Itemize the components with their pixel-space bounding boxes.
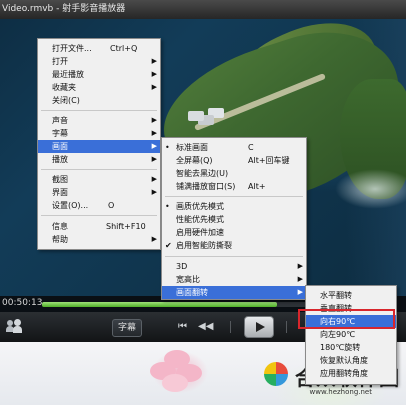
menu-separator [41,215,157,216]
picture-submenu: • 标准画面 C 全屏幕(Q) Alt+回车键 智能去黑边(U) 铺满播放窗口(… [161,137,307,300]
flower-image [150,350,210,395]
menu-item-hw-accel[interactable]: 启用硬件加速 [162,226,306,239]
menu-item-open-file[interactable]: 打开文件... Ctrl+Q [38,42,160,55]
menu-item-standard-picture[interactable]: • 标准画面 C [162,141,306,154]
progress-fill [42,302,277,307]
subtitle-button[interactable]: 字幕 [112,319,142,337]
time-display: 00:50:13 [2,298,43,308]
menu-item-picture[interactable]: 画面 ▶ [38,140,160,153]
menu-item-fill-window[interactable]: 铺满播放窗口(S) Alt+ [162,180,306,193]
divider [230,321,231,333]
watermark-url: www.hezhong.net [309,388,373,396]
menu-item-info[interactable]: 信息 Shift+F10 [38,220,160,233]
people-icon[interactable] [6,319,22,333]
rewind-icon[interactable]: ◀◀ [198,321,213,332]
menu-item-favorites[interactable]: 收藏夹 ▶ [38,81,160,94]
title-bar: Video.rmvb - 射手影音播放器 [0,0,406,19]
menu-item-flip[interactable]: 画面翻转 ▶ [162,286,306,299]
menu-item-aspect-ratio[interactable]: 宽高比 ▶ [162,273,306,286]
menu-item-fullscreen[interactable]: 全屏幕(Q) Alt+回车键 [162,154,306,167]
menu-separator [165,256,303,257]
menu-item-help[interactable]: 帮助 ▶ [38,233,160,246]
menu-item-recent[interactable]: 最近播放 ▶ [38,68,160,81]
menu-item-audio[interactable]: 声音 ▶ [38,114,160,127]
menu-item-screenshot[interactable]: 截图 ▶ [38,173,160,186]
menu-separator [41,110,157,111]
divider [286,321,287,333]
menu-item-close[interactable]: 关闭(C) [38,94,160,107]
annotation-highlight-box [298,309,395,329]
menu-item-performance-mode[interactable]: 性能优先模式 [162,213,306,226]
menu-item-3d[interactable]: 3D ▶ [162,260,306,273]
menu-item-open[interactable]: 打开 ▶ [38,55,160,68]
menu-item-apply-angle[interactable]: 应用翻转角度 [306,367,396,380]
menu-item-anti-tearing[interactable]: ✔ 启用智能防撕裂 [162,239,306,252]
menu-item-reset-angle[interactable]: 恢复默认角度 [306,354,396,367]
menu-item-rotate-180[interactable]: 180℃旋转 [306,341,396,354]
menu-item-remove-borders[interactable]: 智能去黑边(U) [162,167,306,180]
menu-item-subtitles[interactable]: 字幕 ▶ [38,127,160,140]
menu-item-playback[interactable]: 播放 ▶ [38,153,160,166]
context-menu: 打开文件... Ctrl+Q 打开 ▶ 最近播放 ▶ 收藏夹 ▶ 关闭(C) 声音 ▶ … [37,38,161,250]
menu-item-flip-horizontal[interactable]: 水平翻转 [306,289,396,302]
menu-separator [165,196,303,197]
menu-item-quality-mode[interactable]: • 画质优先模式 [162,200,306,213]
menu-separator [41,169,157,170]
menu-item-interface[interactable]: 界面 ▶ [38,186,160,199]
play-icon[interactable] [244,316,274,338]
previous-icon[interactable]: ⏮ [178,321,187,332]
flip-submenu: 水平翻转 垂直翻转 向右90℃ 向左90℃ 180℃旋转 恢复默认角度 应用翻转… [305,285,397,385]
menu-item-rotate-left-90[interactable]: 向左90℃ [306,328,396,341]
watermark-logo [264,362,288,386]
window-title: Video.rmvb - 射手影音播放器 [2,4,126,14]
menu-item-settings[interactable]: 设置(O)... O [38,199,160,212]
